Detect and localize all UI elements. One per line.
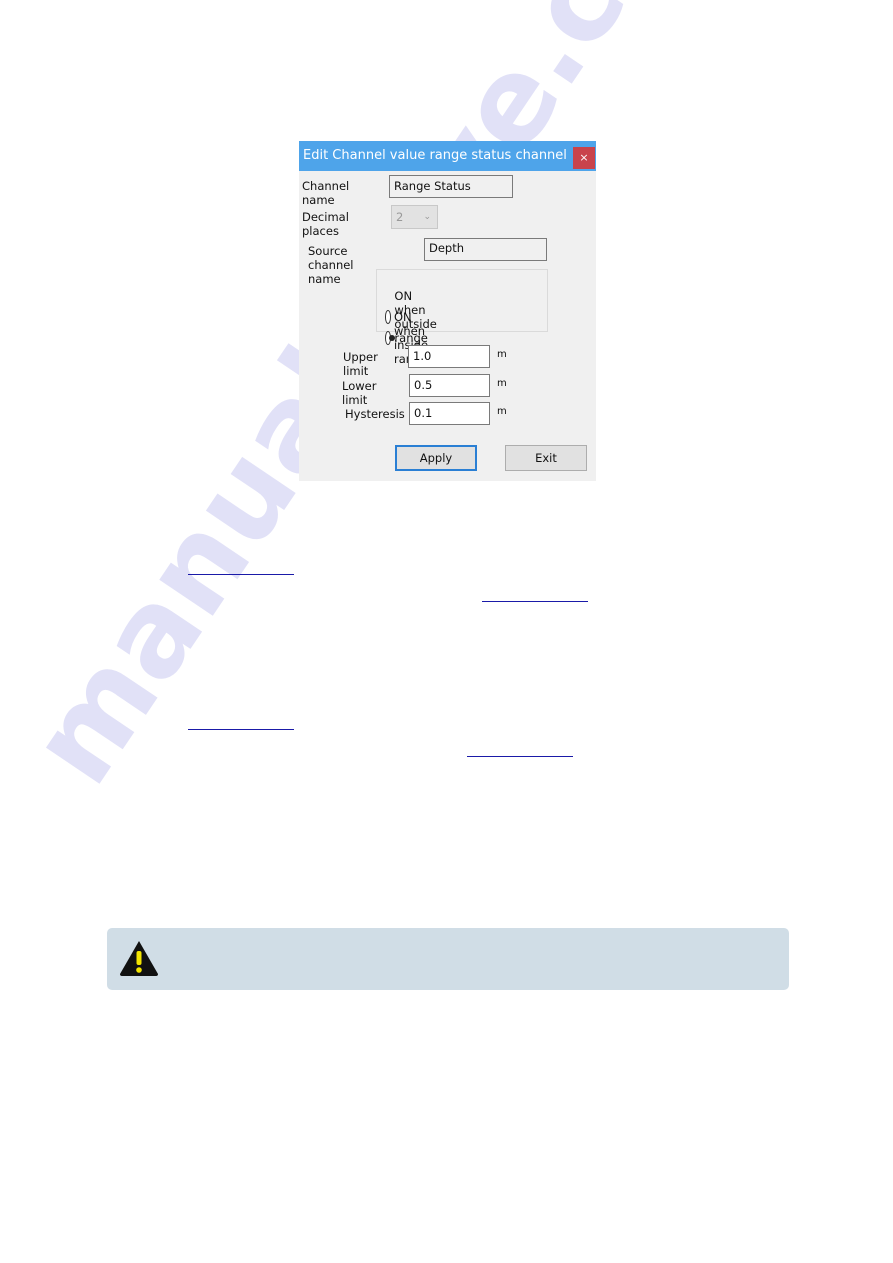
unit-label: m <box>497 378 507 389</box>
lower-limit-label: Lower limit <box>342 379 377 407</box>
radio-circle-selected <box>385 331 395 345</box>
lower-limit-input[interactable]: 0.5 <box>409 374 490 397</box>
channel-name-input[interactable]: Range Status <box>389 175 513 198</box>
link-underline[interactable] <box>188 574 294 575</box>
source-channel-label: Source channel name <box>308 244 354 286</box>
exit-button[interactable]: Exit <box>505 445 587 471</box>
close-button[interactable]: × <box>573 147 595 169</box>
upper-limit-input[interactable]: 1.0 <box>408 345 490 368</box>
link-underline[interactable] <box>482 601 588 602</box>
link-underline[interactable] <box>467 756 573 757</box>
upper-limit-label: Upper limit <box>343 350 378 378</box>
apply-button[interactable]: Apply <box>395 445 477 471</box>
unit-label: m <box>497 406 507 417</box>
dialog-title: Edit Channel value range status channel <box>299 141 596 171</box>
decimal-places-select[interactable]: 2 ⌄ <box>391 205 438 229</box>
channel-name-label: Channel name <box>302 179 350 207</box>
document-page: manualshive.com Edit Channel value range… <box>0 0 893 1263</box>
unit-label: m <box>497 349 507 360</box>
link-underline[interactable] <box>188 729 294 730</box>
chevron-down-icon: ⌄ <box>423 212 431 222</box>
hysteresis-label: Hysteresis <box>345 407 405 421</box>
warning-icon <box>120 941 158 976</box>
hysteresis-input[interactable]: 0.1 <box>409 402 490 425</box>
decimal-places-label: Decimal places <box>302 210 349 238</box>
source-channel-input[interactable]: Depth <box>424 238 547 261</box>
warning-note <box>107 928 789 990</box>
decimal-places-value: 2 <box>396 210 404 224</box>
